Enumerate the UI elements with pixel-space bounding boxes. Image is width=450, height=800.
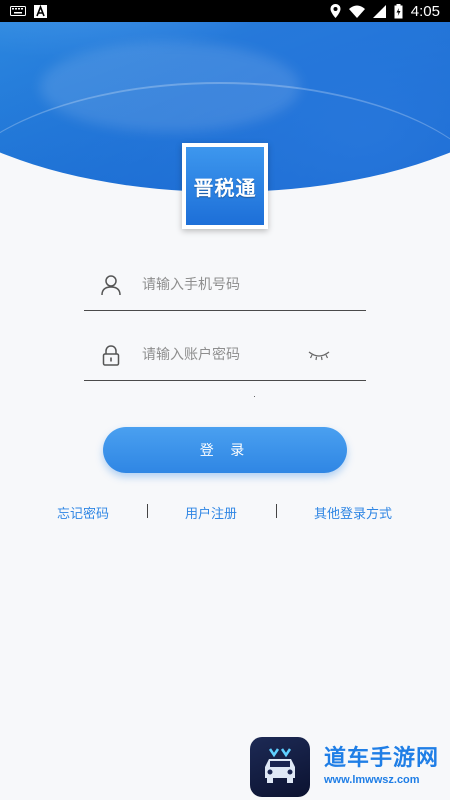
stray-dot [254, 396, 255, 397]
login-button[interactable]: 登 录 [103, 427, 347, 473]
location-icon [330, 4, 341, 18]
status-time: 4:05 [410, 2, 440, 20]
watermark-title: 道车手游网 [324, 746, 440, 771]
other-login-link[interactable]: 其他登录方式 [314, 503, 392, 522]
phone-field [84, 260, 366, 311]
link-separator [147, 504, 148, 518]
password-field [84, 330, 366, 381]
app-logo: 晋税通 [182, 143, 268, 229]
eye-closed-icon[interactable] [308, 344, 330, 366]
watermark: 道车手游网 www.lmwwsz.com [324, 746, 446, 788]
link-separator [276, 504, 277, 518]
forgot-password-link[interactable]: 忘记密码 [57, 503, 109, 522]
keyboard-icon [10, 5, 26, 17]
password-input[interactable] [140, 346, 304, 364]
user-icon [100, 274, 122, 296]
login-screen: 4:05 晋税通 请输入手机号码 登 录 忘记密码 用户注册 其他登录方式 道车… [0, 0, 450, 800]
watermark-logo-icon [250, 737, 310, 797]
a-notification-icon [34, 4, 47, 18]
phone-input[interactable] [140, 276, 304, 294]
battery-icon [394, 3, 403, 19]
wifi-icon [348, 5, 365, 18]
lock-icon [100, 344, 122, 366]
logo-text: 晋税通 [186, 147, 264, 225]
signal-icon [372, 4, 386, 18]
auth-links: 忘记密码 用户注册 其他登录方式 [0, 503, 450, 523]
status-bar: 4:05 [0, 0, 450, 22]
watermark-url: www.lmwwsz.com [324, 774, 420, 786]
register-link[interactable]: 用户注册 [185, 503, 237, 522]
